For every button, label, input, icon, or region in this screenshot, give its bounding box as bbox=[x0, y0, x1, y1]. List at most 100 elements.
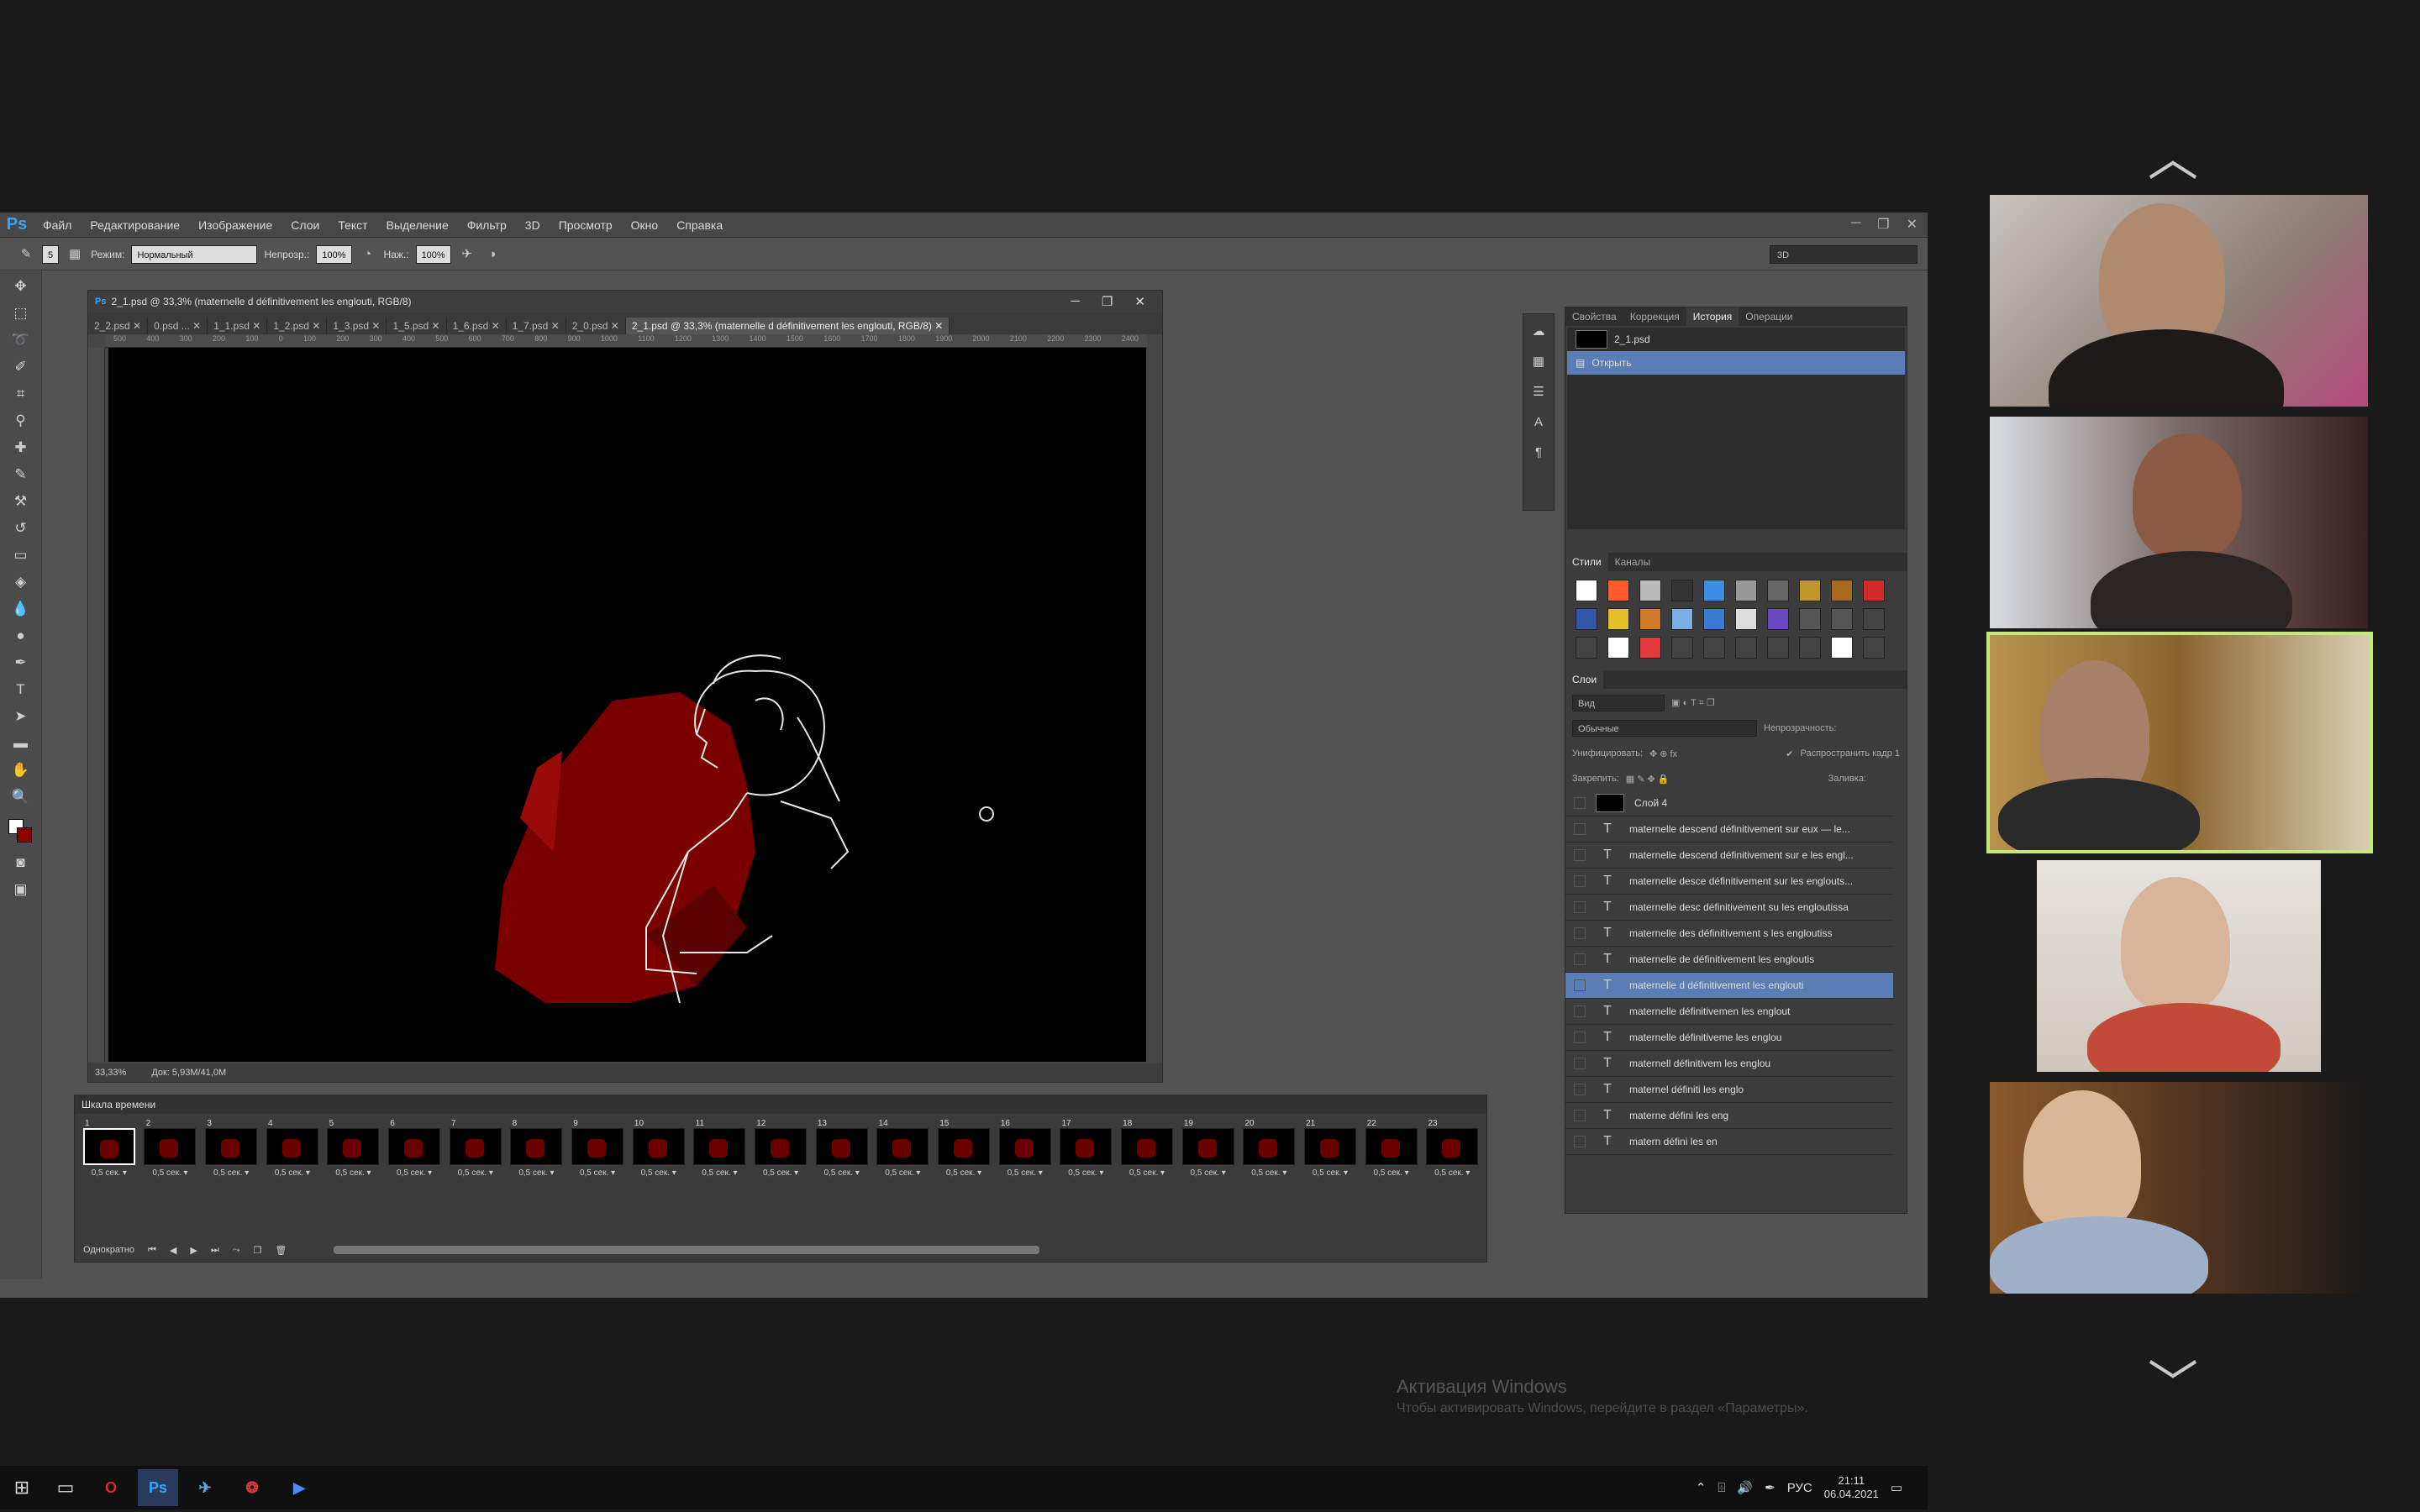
timeline-frame[interactable]: 12 0,5 сек. ▾ bbox=[753, 1119, 808, 1178]
marquee-tool-icon[interactable]: ⬚ bbox=[10, 302, 32, 325]
visibility-toggle[interactable] bbox=[1574, 1110, 1586, 1121]
notifications-icon[interactable]: ▭ bbox=[1891, 1480, 1902, 1495]
frame-duration[interactable]: 0,5 сек. ▾ bbox=[1129, 1168, 1165, 1178]
timeline-frame[interactable]: 15 0,5 сек. ▾ bbox=[936, 1119, 992, 1178]
visibility-toggle[interactable] bbox=[1574, 953, 1586, 965]
style-swatch[interactable] bbox=[1639, 608, 1661, 630]
paragraph-icon[interactable]: ¶ bbox=[1523, 440, 1554, 465]
opacity-field[interactable]: 100% bbox=[316, 244, 352, 264]
layer-row[interactable]: Tmaterne défini les eng bbox=[1565, 1103, 1893, 1129]
propagate-checkbox[interactable]: ✔ bbox=[1786, 748, 1793, 759]
layer-row[interactable]: Tmaternelle d définitivement les englout… bbox=[1565, 973, 1893, 999]
style-swatch[interactable] bbox=[1831, 580, 1853, 601]
participant-video-4[interactable] bbox=[2037, 860, 2321, 1072]
menu-filter[interactable]: Фильтр bbox=[458, 218, 516, 232]
language-indicator[interactable]: РУС bbox=[1787, 1481, 1812, 1495]
workspace-select[interactable]: 3D bbox=[1770, 245, 1918, 264]
shape-tool-icon[interactable]: ▬ bbox=[10, 732, 32, 755]
timeline-frame[interactable]: 14 0,5 сек. ▾ bbox=[876, 1119, 931, 1178]
doc-restore-icon[interactable]: ❐ bbox=[1102, 294, 1113, 309]
tab-properties[interactable]: Свойства bbox=[1565, 311, 1623, 323]
participant-video-2[interactable] bbox=[1990, 417, 2368, 628]
style-swatch[interactable] bbox=[1735, 580, 1757, 601]
network-icon[interactable]: ⌹ bbox=[1718, 1481, 1725, 1495]
style-swatch[interactable] bbox=[1831, 608, 1853, 630]
lasso-tool-icon[interactable]: ➰ bbox=[10, 328, 32, 352]
frame-duration[interactable]: 0,5 сек. ▾ bbox=[335, 1168, 371, 1178]
layer-row[interactable]: Tmaternel définiti les englo bbox=[1565, 1077, 1893, 1103]
style-swatch[interactable] bbox=[1607, 608, 1629, 630]
timeline-frame[interactable]: 2 0,5 сек. ▾ bbox=[143, 1119, 198, 1178]
chevron-up-icon[interactable]: ⌃ bbox=[1696, 1480, 1707, 1495]
windows-start-icon[interactable]: ⊞ bbox=[0, 1466, 44, 1509]
visibility-toggle[interactable] bbox=[1574, 797, 1586, 809]
visibility-toggle[interactable] bbox=[1574, 979, 1586, 991]
frame-duration[interactable]: 0,5 сек. ▾ bbox=[641, 1168, 676, 1178]
frame-duration[interactable]: 0,5 сек. ▾ bbox=[152, 1168, 187, 1178]
doc-minimize-icon[interactable]: ─ bbox=[1071, 294, 1080, 309]
tab-history[interactable]: История bbox=[1686, 307, 1739, 326]
color-swatches[interactable] bbox=[7, 817, 35, 848]
frame-duration[interactable]: 0,5 сек. ▾ bbox=[1313, 1168, 1348, 1178]
menu-select[interactable]: Выделение bbox=[377, 218, 458, 232]
style-swatch[interactable] bbox=[1576, 637, 1597, 659]
tab-adjustments[interactable]: Коррекция bbox=[1623, 311, 1686, 323]
layer-row[interactable]: Tmaternelle définitiveme les englou bbox=[1565, 1025, 1893, 1051]
doc-close-icon[interactable]: ✕ bbox=[1134, 294, 1145, 309]
style-swatch[interactable] bbox=[1735, 637, 1757, 659]
background-color[interactable] bbox=[16, 827, 32, 843]
unify-icons[interactable]: ✥ ⊕ fx bbox=[1649, 748, 1677, 759]
frame-duration[interactable]: 0,5 сек. ▾ bbox=[885, 1168, 920, 1178]
zoom-level[interactable]: 33,33% bbox=[95, 1068, 126, 1078]
style-swatch[interactable] bbox=[1576, 580, 1597, 601]
style-swatch[interactable] bbox=[1703, 608, 1725, 630]
tab-actions[interactable]: Операции bbox=[1739, 311, 1799, 323]
timeline-frame[interactable]: 10 0,5 сек. ▾ bbox=[631, 1119, 687, 1178]
style-swatch[interactable] bbox=[1703, 637, 1725, 659]
frame-duration[interactable]: 0,5 сек. ▾ bbox=[1251, 1168, 1286, 1178]
style-swatch[interactable] bbox=[1607, 580, 1629, 601]
frame-duration[interactable]: 0,5 сек. ▾ bbox=[518, 1168, 554, 1178]
frame-duration[interactable]: 0,5 сек. ▾ bbox=[92, 1168, 127, 1178]
timeline-frame[interactable]: 20 0,5 сек. ▾ bbox=[1241, 1119, 1297, 1178]
quick-mask-icon[interactable]: ◙ bbox=[10, 851, 32, 874]
pen-icon[interactable]: ✒ bbox=[1765, 1480, 1776, 1495]
document-tab[interactable]: 2_1.psd @ 33,3% (maternelle d définitive… bbox=[625, 318, 950, 334]
frame-duration[interactable]: 0,5 сек. ▾ bbox=[1374, 1168, 1409, 1178]
minimize-icon[interactable]: ─ bbox=[1851, 216, 1860, 233]
style-swatch[interactable] bbox=[1863, 608, 1885, 630]
menu-edit[interactable]: Редактирование bbox=[81, 218, 189, 232]
chevron-up-icon[interactable]: ︿ bbox=[2148, 118, 2198, 191]
next-frame-icon[interactable]: ⏭ bbox=[211, 1245, 219, 1256]
telegram-icon[interactable]: ✈ bbox=[185, 1469, 225, 1506]
hand-tool-icon[interactable]: ✋ bbox=[10, 759, 32, 782]
menu-3d[interactable]: 3D bbox=[516, 218, 550, 232]
frame-duration[interactable]: 0,5 сек. ▾ bbox=[824, 1168, 860, 1178]
yandex-icon[interactable]: ❂ bbox=[232, 1469, 272, 1506]
brush-tool-icon[interactable]: ✎ bbox=[17, 245, 35, 264]
style-swatch[interactable] bbox=[1799, 637, 1821, 659]
menu-image[interactable]: Изображение bbox=[189, 218, 281, 232]
layer-row[interactable]: Tmaternelle de définitivement les englou… bbox=[1565, 947, 1893, 973]
layer-row[interactable]: Tmatern défini les en bbox=[1565, 1129, 1893, 1155]
restore-icon[interactable]: ❐ bbox=[1877, 216, 1889, 233]
frame-duration[interactable]: 0,5 сек. ▾ bbox=[1434, 1168, 1470, 1178]
frame-duration[interactable]: 0,5 сек. ▾ bbox=[1191, 1168, 1226, 1178]
stamp-tool-icon[interactable]: ⚒ bbox=[10, 490, 32, 513]
layer-row[interactable]: Tmaternelle desce définitivement sur les… bbox=[1565, 869, 1893, 895]
close-icon[interactable]: ✕ bbox=[1907, 216, 1918, 233]
quick-select-icon[interactable]: ✐ bbox=[10, 355, 32, 379]
participant-video-1[interactable] bbox=[1990, 195, 2368, 407]
timeline-frame[interactable]: 13 0,5 сек. ▾ bbox=[814, 1119, 870, 1178]
timeline-frame[interactable]: 18 0,5 сек. ▾ bbox=[1119, 1119, 1175, 1178]
style-swatch[interactable] bbox=[1863, 580, 1885, 601]
style-swatch[interactable] bbox=[1767, 637, 1789, 659]
timeline-frame[interactable]: 1 0,5 сек. ▾ bbox=[82, 1119, 137, 1178]
participant-video-3-active-speaker[interactable] bbox=[1986, 632, 2373, 853]
clock[interactable]: 21:11 06.04.2021 bbox=[1824, 1474, 1879, 1501]
pressure-size-icon[interactable]: ◑ bbox=[483, 245, 502, 264]
tab-layers[interactable]: Слои bbox=[1565, 670, 1604, 689]
layer-row[interactable]: Tmaternelle descend définitivement sur e… bbox=[1565, 843, 1893, 869]
frame-duration[interactable]: 0,5 сек. ▾ bbox=[1007, 1168, 1043, 1178]
layer-row[interactable]: Tmaternell définitivem les englou bbox=[1565, 1051, 1893, 1077]
